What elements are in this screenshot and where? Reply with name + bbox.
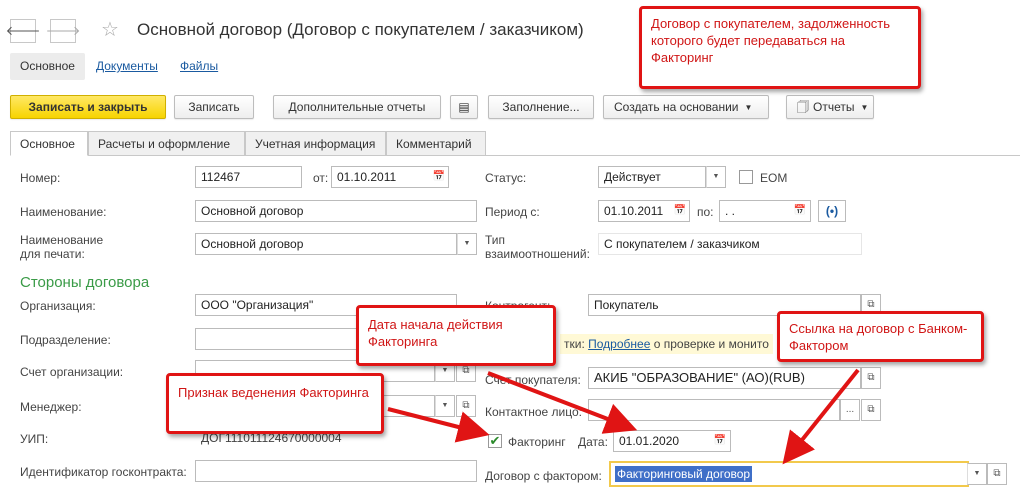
print-name-label-line1: Наименование [20,233,104,247]
header-tab-main[interactable]: Основное [10,53,85,80]
list-icon: ▤ [458,100,470,114]
window-title: Основной договор (Договор с покупателем … [137,20,584,39]
save-button[interactable]: Записать [174,95,254,119]
factor-contract-field[interactable]: Факторинговый договор [609,461,969,487]
header-tab-documents[interactable]: Документы [86,53,168,80]
gov-contract-field[interactable] [195,460,477,482]
list-button[interactable]: ▤ [450,95,478,119]
favorite-star-icon[interactable]: ☆ [101,17,119,42]
monitoring-info-suffix: о проверке и монито [653,337,769,351]
callout-top: Договор с покупателем, задолженность кот… [639,6,921,89]
reports-button[interactable]: 🗍 Отчеты ▼ [786,95,874,119]
buyer-account-label: Счет покупателя: [485,373,581,387]
chevron-down-icon[interactable]: ▼ [457,233,477,255]
callout-start-date: Дата начала действия Факторинга [356,305,556,366]
create-based-button[interactable]: Создать на основании ▼ [603,95,769,119]
period-to-label: по: [697,205,714,219]
division-label: Подразделение: [20,333,111,347]
name-label: Наименование: [20,205,107,219]
callout-sign: Признак веденения Факторинга [166,373,384,434]
status-field[interactable]: Действует [598,166,706,188]
create-based-label: Создать на основании [614,100,739,114]
contact-label: Контактное лицо: [485,405,582,419]
status-label: Статус: [485,171,527,185]
select-icon[interactable]: ... [840,399,860,421]
tab-main[interactable]: Основное [10,131,88,156]
calendar-icon[interactable]: 📅 [672,201,688,221]
period-label: Период с: [485,205,540,219]
callout-link: Ссылка на договор с Банком-Фактором [777,311,984,362]
tab-accounting[interactable]: Учетная информация [245,131,386,156]
reports-label: Отчеты [813,100,855,114]
monitoring-info-prefix: тки: [564,337,585,351]
forward-button[interactable]: 🡒 [46,19,80,43]
factor-contract-value: Факторинговый договор [615,466,753,482]
relation-type-label-line2: взаимоотношений: [485,247,590,261]
back-button[interactable]: 🡐 [6,19,40,43]
manager-label: Менеджер: [20,400,82,414]
extra-reports-button[interactable]: Дополнительные отчеты [273,95,441,119]
section-title-parties: Стороны договора [20,274,150,291]
relation-type-field: С покупателем / заказчиком [598,233,862,255]
reports-icon: 🗍 [797,100,809,114]
calendar-icon[interactable]: 📅 [431,167,447,187]
eom-checkbox[interactable] [739,170,753,184]
history-button[interactable]: (•) [818,200,846,222]
buyer-account-field[interactable]: АКИБ "ОБРАЗОВАНИЕ" (АО)(RUB) [588,367,861,389]
uip-label: УИП: [20,432,49,446]
date-label: от: [313,171,329,185]
factoring-label: Факторинг [508,435,566,449]
monitoring-info-link[interactable]: Подробнее [588,337,650,351]
name-field[interactable]: Основной договор [195,200,477,222]
factor-contract-label: Договор с фактором: [485,469,602,483]
check-icon: ✔ [489,433,501,448]
open-icon[interactable]: ⧉ [456,395,476,417]
relation-type-label-line1: Тип [485,233,506,247]
save-close-button[interactable]: Записать и закрыть [10,95,166,119]
fill-button[interactable]: Заполнение... [488,95,594,119]
header-tab-files[interactable]: Файлы [170,53,228,80]
monitoring-info: тки: Подробнее о проверке и монито [560,334,773,354]
print-name-field[interactable]: Основной договор [195,233,457,255]
history-icon: (•) [825,204,839,218]
print-name-label: Наименование для печати: [20,233,103,261]
number-label: Номер: [20,171,61,185]
tab-settlements[interactable]: Расчеты и оформление [88,131,245,156]
calendar-icon[interactable]: 📅 [792,201,808,221]
chevron-down-icon[interactable]: ▼ [435,395,455,417]
gov-contract-label: Идентификатор госконтракта: [20,465,187,479]
caret-down-icon: ▼ [744,102,753,112]
contact-field[interactable] [588,399,840,421]
print-name-label-line2: для печати: [20,247,85,261]
factoring-checkbox[interactable]: ✔ [488,434,502,448]
open-icon[interactable]: ⧉ [861,399,881,421]
open-icon[interactable]: ⧉ [861,367,881,389]
arrow-right-icon: 🡒 [45,23,81,38]
tab-comment[interactable]: Комментарий [386,131,486,156]
calendar-icon[interactable]: 📅 [712,431,728,451]
relation-type-label: Тип взаимоотношений: [485,233,590,261]
chevron-down-icon[interactable]: ▼ [967,463,987,485]
org-account-label: Счет организации: [20,365,124,379]
open-icon[interactable]: ⧉ [987,463,1007,485]
organization-label: Организация: [20,299,96,313]
caret-down-icon: ▼ [860,102,869,112]
chevron-down-icon[interactable]: ▼ [706,166,726,188]
arrow-left-icon: 🡐 [5,23,41,38]
eom-label: ЕОМ [760,171,788,185]
factoring-date-label: Дата: [578,435,608,449]
number-field[interactable]: 112467 [195,166,302,188]
